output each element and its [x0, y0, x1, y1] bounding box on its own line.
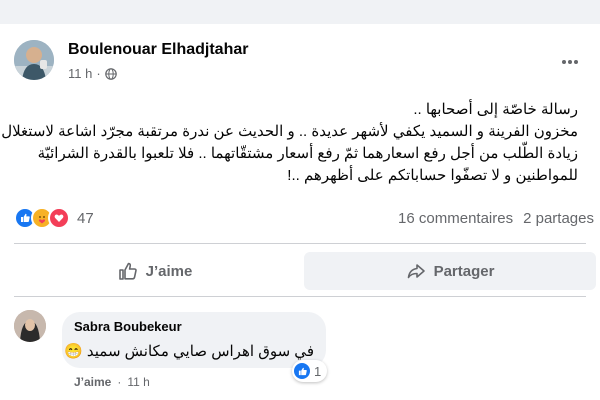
reactions-count[interactable]: 47: [77, 210, 94, 227]
author-avatar[interactable]: [14, 40, 54, 80]
post-text-line: رسالة خاصّة إلى أصحابها ..: [413, 101, 578, 118]
share-button-label: Partager: [433, 262, 495, 280]
post-text-line: مخزون الفرينة و السميد يكفي لأشهر عديدة …: [1, 123, 578, 140]
more-options-icon[interactable]: [560, 52, 580, 72]
shares-count-link[interactable]: 2 partages: [523, 210, 594, 227]
reactions-summary[interactable]: 47: [14, 207, 94, 229]
comment-bubble: Sabra Boubekeur في سوق اهراس صايي مكانش …: [62, 312, 326, 368]
post-time[interactable]: 11 h: [68, 66, 92, 81]
comment-like-link[interactable]: J’aime: [74, 375, 111, 389]
stats-divider: [14, 243, 586, 244]
post-text-line: زيادة الطّلب من أجل رفع اسعارهما ثمّ رفع…: [37, 145, 578, 162]
share-button[interactable]: Partager: [304, 252, 596, 290]
thumbs-up-icon: [118, 262, 137, 280]
comment-text: في سوق اهراس صايي مكانش سميد 😁: [64, 343, 314, 360]
commenter-avatar[interactable]: [14, 310, 46, 342]
comments-count-link[interactable]: 16 commentaires: [398, 210, 513, 227]
post-text: رسالة خاصّة إلى أصحابها .. مخزون الفرينة…: [1, 99, 578, 187]
comment-meta-separator: ·: [117, 375, 122, 389]
post-meta: 11 h ·: [68, 66, 117, 81]
like-button[interactable]: J’aime: [14, 252, 296, 290]
comment-reaction-badge[interactable]: 1: [292, 360, 328, 382]
comment-time[interactable]: 11 h: [127, 375, 149, 389]
like-icon: [294, 363, 310, 379]
comment-reaction-count: 1: [314, 363, 322, 379]
share-arrow-icon: [407, 264, 425, 279]
like-button-label: J’aime: [145, 262, 193, 280]
globe-icon: [104, 67, 117, 80]
feed-background-strip: [0, 0, 600, 24]
post-text-line: للمواطنين و لا تصفّوا حساباتكم على أظهره…: [287, 167, 578, 184]
author-name[interactable]: Boulenouar Elhadjtahar: [68, 41, 248, 59]
commenter-name[interactable]: Sabra Boubekeur: [74, 319, 182, 334]
meta-separator: ·: [96, 66, 101, 81]
actions-divider: [14, 296, 586, 297]
post-stats: 16 commentaires 2 partages: [398, 210, 594, 227]
comment-actions: J’aime · 11 h: [74, 375, 150, 389]
love-icon: [48, 207, 70, 229]
